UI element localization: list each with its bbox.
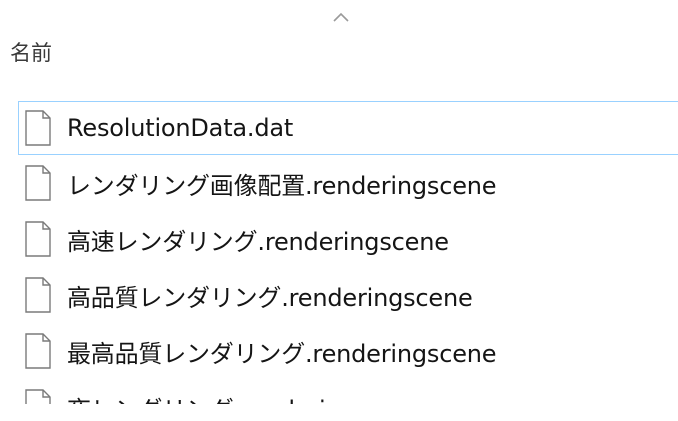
file-name: レンダリング画像配置.renderingscene <box>67 171 497 200</box>
file-row[interactable]: 高品質レンダリング.renderingscene <box>18 267 678 323</box>
file-icon <box>25 110 51 146</box>
file-name: 高速レンダリング.renderingscene <box>67 227 449 256</box>
file-row[interactable]: 最高品質レンダリング.renderingscene <box>18 323 678 379</box>
file-name: 最高品質レンダリング.renderingscene <box>67 339 497 368</box>
viewport-edge <box>0 404 678 421</box>
file-row[interactable]: レンダリング画像配置.renderingscene <box>18 155 678 211</box>
chevron-up-icon[interactable] <box>328 6 354 28</box>
file-icon <box>25 165 51 201</box>
file-icon <box>25 277 51 313</box>
file-name: 高品質レンダリング.renderingscene <box>67 283 473 312</box>
file-list: ResolutionData.dat レンダリング画像配置.renderings… <box>18 101 678 421</box>
file-explorer-view: 名前 ResolutionData.dat レンダリング画像配置.renderi… <box>0 0 678 421</box>
name-column-header[interactable]: 名前 <box>10 38 52 68</box>
file-name: ResolutionData.dat <box>67 114 294 142</box>
file-icon <box>25 221 51 257</box>
file-row[interactable]: ResolutionData.dat <box>18 101 678 155</box>
file-row[interactable]: 高速レンダリング.renderingscene <box>18 211 678 267</box>
file-icon <box>25 333 51 369</box>
